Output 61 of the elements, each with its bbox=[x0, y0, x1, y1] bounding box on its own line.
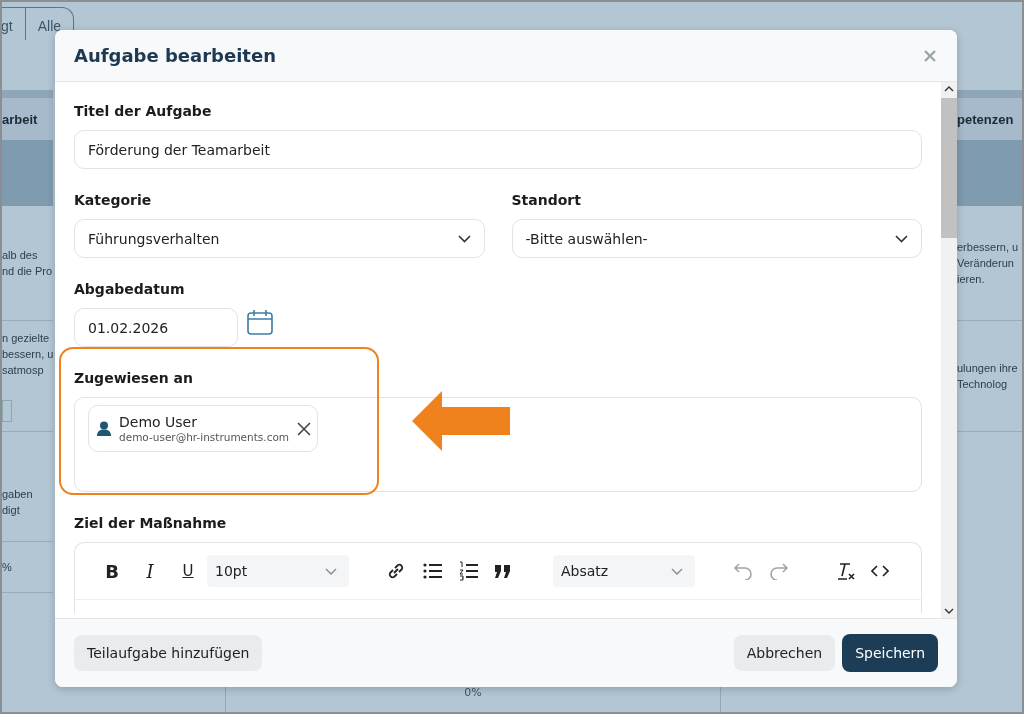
italic-button[interactable]: I bbox=[131, 554, 169, 588]
table-text: n gezielte bbox=[2, 331, 51, 346]
table-text: satmosp bbox=[2, 363, 45, 378]
calendar-icon[interactable] bbox=[246, 308, 274, 336]
field-label: Kategorie bbox=[74, 191, 153, 209]
add-subtask-button[interactable]: Teilaufgabe hinzufügen bbox=[74, 635, 263, 671]
table-text: % bbox=[2, 560, 13, 575]
numbered-list-icon[interactable] bbox=[459, 561, 479, 581]
underline-button[interactable]: U bbox=[169, 554, 207, 588]
table-text: bessern, u bbox=[2, 347, 53, 362]
scroll-up-icon[interactable] bbox=[944, 86, 954, 92]
person-icon bbox=[97, 421, 111, 436]
table-text: digt bbox=[2, 502, 21, 518]
dialog-title: Aufgabe bearbeiten bbox=[74, 45, 276, 66]
field-label: Standort bbox=[511, 191, 582, 209]
table-header-band bbox=[957, 140, 1022, 206]
field-label: Ziel der Maßnahme bbox=[74, 514, 228, 532]
user-email: demo-user@hr-instruments.com bbox=[119, 429, 290, 444]
rich-text-editor[interactable]: B I U 10pt Absatz bbox=[74, 542, 922, 613]
remove-icon[interactable] bbox=[297, 421, 312, 436]
save-button[interactable]: Speichern bbox=[842, 634, 938, 672]
divider-bar bbox=[2, 90, 53, 98]
divider-bar bbox=[957, 90, 1022, 98]
cancel-button[interactable]: Abbrechen bbox=[733, 635, 836, 671]
source-code-icon[interactable] bbox=[871, 565, 889, 577]
user-chip[interactable]: Demo User demo-user@hr-instruments.com bbox=[88, 405, 319, 452]
field-label: Titel der Aufgabe bbox=[74, 102, 213, 120]
chevron-down-icon bbox=[457, 234, 471, 243]
field-label: Abgabedatum bbox=[74, 280, 186, 298]
column-header: arbeit bbox=[2, 111, 38, 127]
bullet-list-icon[interactable] bbox=[423, 562, 443, 580]
chevron-down-icon bbox=[895, 234, 908, 243]
font-size-dropdown[interactable]: 10pt bbox=[207, 555, 349, 587]
tab[interactable]: gt bbox=[2, 7, 26, 40]
column-header: petenzen bbox=[957, 111, 1014, 127]
assignee-field[interactable]: Demo User demo-user@hr-instruments.com bbox=[74, 397, 922, 492]
chevron-down-icon bbox=[325, 567, 337, 575]
table-text: gaben bbox=[2, 486, 34, 502]
chevron-down-icon bbox=[671, 567, 683, 575]
input-field bbox=[2, 400, 12, 422]
table-text: Technolog bbox=[957, 377, 1009, 392]
clear-formatting-icon[interactable] bbox=[837, 562, 855, 580]
table-text: alb des bbox=[2, 248, 39, 263]
table-text: Veränderun bbox=[957, 256, 1015, 271]
arrow-icon bbox=[412, 391, 510, 451]
scrollbar[interactable] bbox=[941, 82, 957, 618]
input-field[interactable]: Förderung der Teamarbeit bbox=[74, 130, 922, 169]
table-text: nd die Pro bbox=[2, 264, 53, 279]
user-name: Demo User bbox=[119, 413, 198, 430]
table-header-band bbox=[2, 140, 53, 206]
bold-button[interactable]: B bbox=[93, 554, 131, 588]
select-field[interactable]: -Bitte auswählen- bbox=[511, 219, 922, 258]
select-field[interactable]: Führungsverhalten bbox=[74, 219, 485, 258]
table-text: ulungen ihre bbox=[957, 361, 1019, 376]
table-text: ieren. bbox=[957, 272, 986, 287]
table-text: erbessern, u bbox=[957, 240, 1020, 255]
date-field[interactable]: 01.02.2026 bbox=[74, 308, 238, 347]
block-format-dropdown[interactable]: Absatz bbox=[553, 555, 695, 587]
scroll-down-icon[interactable] bbox=[944, 608, 954, 614]
quote-icon[interactable] bbox=[495, 564, 511, 578]
field-label: Zugewiesen an bbox=[74, 369, 194, 387]
